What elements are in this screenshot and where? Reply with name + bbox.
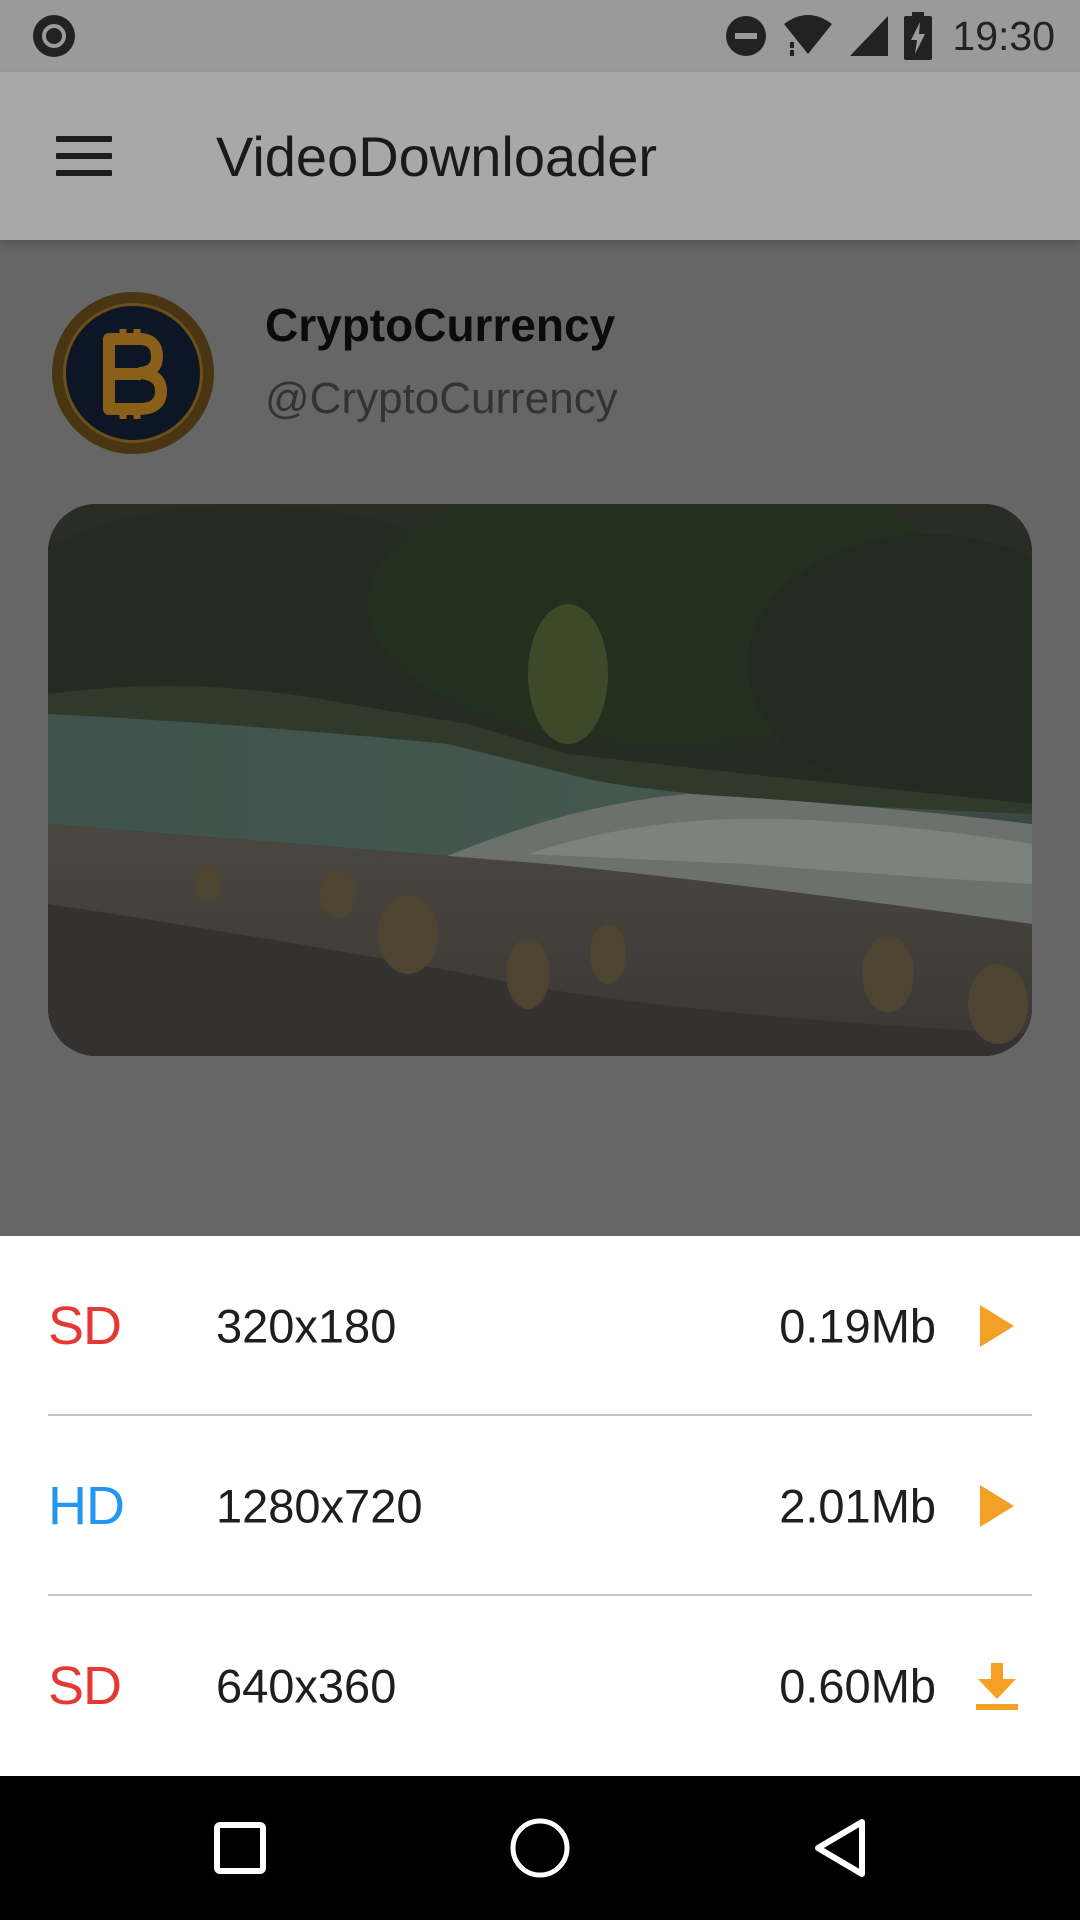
river-landscape-image — [48, 504, 1032, 1056]
video-thumbnail[interactable] — [48, 504, 1032, 1056]
app-toolbar: VideoDownloader — [0, 72, 1080, 240]
quality-badge: SD — [48, 1296, 122, 1356]
post-content: CryptoCurrency @CryptoCurrency — [0, 240, 1080, 1236]
option-row[interactable]: SD 320x180 0.19Mb — [48, 1236, 1032, 1416]
account-handle: @CryptoCurrency — [265, 374, 618, 423]
app-screen: 19:30 VideoDownloader CryptoCurrency @Cr… — [0, 0, 1080, 1920]
quality-badge: SD — [48, 1656, 122, 1716]
play-icon[interactable] — [972, 1301, 1022, 1351]
do-not-disturb-icon — [726, 16, 767, 56]
back-triangle-icon[interactable] — [800, 1808, 880, 1888]
battery-charging-icon — [904, 12, 933, 60]
signal-icon — [850, 16, 889, 56]
file-size-label: 0.19Mb — [779, 1299, 936, 1353]
status-bar: 19:30 — [0, 0, 1080, 72]
resolution-label: 640x360 — [216, 1659, 397, 1713]
account-name[interactable]: CryptoCurrency — [265, 298, 615, 352]
quality-badge: HD — [48, 1476, 125, 1536]
resolution-label: 320x180 — [216, 1299, 397, 1353]
hamburger-menu-icon[interactable] — [56, 136, 112, 176]
option-row[interactable]: HD 1280x720 2.01Mb — [48, 1416, 1032, 1596]
bitcoin-icon — [63, 303, 203, 443]
option-row[interactable]: SD 640x360 0.60Mb — [48, 1596, 1032, 1776]
status-time: 19:30 — [952, 12, 1055, 59]
status-icons: 19:30 — [724, 10, 1055, 62]
circle-icon — [33, 15, 75, 57]
system-nav-bar — [0, 1776, 1080, 1920]
wifi-icon — [784, 15, 833, 56]
download-options-sheet: SD 320x180 0.19Mb HD 1280x720 2.01Mb SD … — [0, 1236, 1080, 1776]
app-title: VideoDownloader — [216, 125, 658, 188]
play-icon[interactable] — [972, 1481, 1022, 1531]
recents-square-icon[interactable] — [200, 1808, 280, 1888]
resolution-label: 1280x720 — [216, 1479, 423, 1533]
download-icon[interactable] — [972, 1661, 1022, 1711]
file-size-label: 2.01Mb — [779, 1479, 936, 1533]
avatar[interactable] — [52, 292, 214, 454]
file-size-label: 0.60Mb — [779, 1659, 936, 1713]
home-circle-icon[interactable] — [500, 1808, 580, 1888]
